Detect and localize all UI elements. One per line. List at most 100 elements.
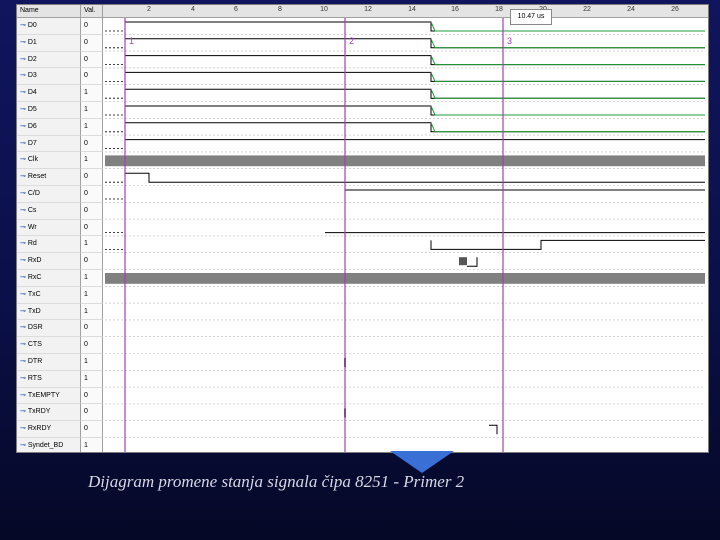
signal-value: 0 [81, 404, 103, 422]
bus-waveform [430, 55, 705, 66]
pin-icon: ⊸ [20, 139, 26, 147]
signal-name[interactable]: ⊸ TxEMPTY [17, 387, 81, 405]
signal-value: 0 [81, 186, 103, 203]
signal-value: 1 [81, 438, 103, 452]
rxrdy-waveform [489, 424, 498, 435]
ruler-tick-label: 2 [147, 6, 151, 13]
pin-icon: ⊸ [20, 55, 26, 63]
signal-name-label: D7 [27, 139, 37, 147]
signal-name[interactable]: ⊸ Cs [17, 202, 81, 220]
signal-name[interactable]: ⊸ Clk [17, 152, 81, 170]
ruler-tick-label: 16 [451, 6, 459, 13]
signal-value: 0 [81, 18, 103, 35]
waveform-area[interactable]: 1 2 3 [105, 18, 708, 452]
pin-icon: ⊸ [20, 106, 26, 113]
signal-waveform [125, 21, 705, 32]
rxd-waveform [467, 257, 478, 267]
ruler-tick-label: 22 [583, 6, 591, 13]
marker-label: 2 [349, 36, 354, 46]
signal-value: 0 [81, 219, 103, 237]
signal-name[interactable]: ⊸ D4 [17, 85, 81, 102]
signal-name[interactable]: ⊸ Rd [17, 236, 81, 254]
signal-name[interactable]: ⊸ Syndet_BD [17, 438, 81, 452]
name-column-header[interactable]: Name [17, 5, 81, 17]
signal-name-label: TxC [27, 290, 41, 298]
bus-waveform [430, 88, 705, 99]
signal-name[interactable]: ⊸ RxD [17, 253, 81, 270]
signal-name[interactable]: ⊸ TxD [17, 303, 81, 321]
ruler-tick-label: 14 [408, 6, 416, 13]
signal-name[interactable]: ⊸ C/D [17, 186, 81, 203]
time-ruler[interactable]: 2468101214161820222426 [105, 5, 708, 17]
ruler-tick-label: 10 [320, 6, 328, 13]
signal-name-label: D3 [27, 72, 37, 80]
signal-name[interactable]: ⊸ DTR [17, 354, 81, 371]
marker-label: 3 [507, 36, 512, 46]
ruler-tick-label: 4 [191, 6, 195, 13]
signal-name-label: RxRDY [27, 425, 52, 433]
pin-icon: ⊸ [20, 156, 26, 164]
signal-name[interactable]: ⊸ RTS [17, 370, 81, 388]
waveform-window: Name Val. 2468101214161820222426 ⊸D00⊸D1… [16, 4, 709, 453]
signal-name-label: DTR [27, 358, 43, 365]
signal-name[interactable]: ⊸ D5 [17, 102, 81, 119]
value-column-header[interactable]: Val. [81, 5, 103, 17]
pin-icon: ⊸ [20, 358, 26, 365]
pin-icon: ⊸ [20, 122, 26, 130]
pin-icon: ⊸ [20, 324, 26, 332]
signal-name-label: C/D [27, 190, 40, 197]
signal-name[interactable]: ⊸ D3 [17, 68, 81, 86]
signal-name[interactable]: ⊸ DSR [17, 320, 81, 338]
signal-name[interactable]: ⊸ D1 [17, 34, 81, 52]
signal-name[interactable]: ⊸ D0 [17, 18, 81, 35]
signal-name-label: TxEMPTY [27, 391, 60, 399]
pin-icon: ⊸ [20, 173, 26, 181]
signal-value: 0 [81, 387, 103, 405]
signal-name[interactable]: ⊸ D2 [17, 51, 81, 69]
ruler-tick-label: 24 [627, 6, 635, 13]
ruler-tick-label: 12 [364, 6, 372, 13]
pin-icon: ⊸ [20, 257, 26, 265]
signal-name[interactable]: ⊸ Wr [17, 219, 81, 237]
signal-value: 0 [81, 34, 103, 52]
bus-waveform [430, 72, 705, 82]
signal-name-label: RxD [27, 257, 42, 265]
ruler-tick-label: 8 [278, 6, 282, 13]
signal-name-label: D0 [27, 22, 37, 29]
signal-name-label: TxD [27, 307, 41, 315]
time-readout: 10.47 us [510, 9, 552, 25]
signal-name[interactable]: ⊸ CTS [17, 337, 81, 354]
signal-name-label: CTS [27, 341, 42, 349]
signal-value: 1 [81, 270, 103, 287]
pin-icon: ⊸ [20, 89, 26, 97]
signal-waveform [125, 105, 705, 116]
signal-name[interactable]: ⊸ Reset [17, 169, 81, 186]
pin-icon: ⊸ [20, 391, 26, 399]
bus-waveform [430, 122, 705, 133]
pin-icon: ⊸ [20, 374, 26, 382]
signal-waveform [344, 189, 705, 199]
ruler-tick-label: 6 [234, 6, 238, 13]
signal-waveform [125, 122, 705, 133]
signal-name-label: DSR [27, 324, 43, 332]
pin-icon: ⊸ [20, 442, 26, 449]
signal-value: 1 [81, 370, 103, 388]
signal-value: 0 [81, 337, 103, 354]
signal-name[interactable]: ⊸ TxC [17, 286, 81, 304]
signal-waveform [430, 239, 705, 250]
signal-name-label: D2 [27, 55, 37, 63]
signal-name[interactable]: ⊸ D6 [17, 118, 81, 136]
signal-waveform [125, 88, 705, 99]
decorative-triangle [390, 451, 454, 473]
signal-name[interactable]: ⊸ D7 [17, 135, 81, 153]
signal-name-label: TxRDY [27, 408, 51, 416]
signal-value: 1 [81, 286, 103, 304]
signal-value: 0 [81, 51, 103, 69]
signal-value: 0 [81, 202, 103, 220]
pin-icon: ⊸ [20, 72, 26, 80]
bus-waveform [430, 38, 705, 49]
signal-waveform [125, 71, 705, 82]
signal-name[interactable]: ⊸ RxRDY [17, 421, 81, 438]
signal-name[interactable]: ⊸ RxC [17, 270, 81, 287]
signal-name[interactable]: ⊸ TxRDY [17, 404, 81, 422]
